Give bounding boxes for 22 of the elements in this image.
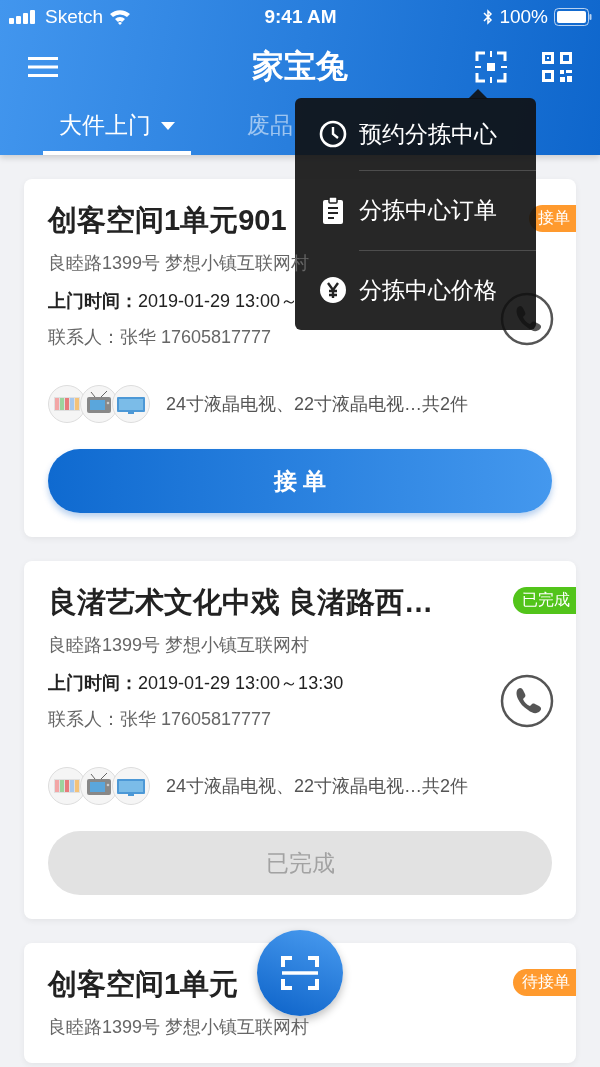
tab[interactable]: 大件上门 [43,100,191,155]
pickup-time: 上门时间：2019-01-29 13:00～ [48,290,299,313]
carrier-name: Sketch [45,6,104,28]
tab[interactable]: 废品 [231,100,309,155]
items-summary: 24寸液晶电视、22寸液晶电视…共2件 [166,393,469,416]
status-badge: 已完成 [513,587,576,614]
accept-button[interactable]: 接 单 [48,449,552,513]
menu-item[interactable]: 分拣中心价格 [319,250,536,330]
contact-info: 联系人：张华 17605817777 [48,708,273,731]
menu-item[interactable]: 预约分拣中心 [319,98,536,170]
app-title: 家宝兔 [252,47,348,86]
order-title: 良渚艺术文化中戏 良渚路西… [48,585,434,620]
order-address: 良睦路1399号 梦想小镇互联网村 [48,1016,311,1039]
items-summary: 24寸液晶电视、22寸液晶电视…共2件 [166,775,469,798]
order-title: 创客空间1单元901 [48,203,287,238]
contact-info: 联系人：张华 17605817777 [48,326,273,349]
order-address: 良睦路1399号 梦想小镇互联网村 [48,634,311,657]
status-badge: 待接单 [513,969,576,996]
status-time: 9:41 AM [264,6,337,28]
pickup-time: 上门时间：2019-01-29 13:00～13:30 [48,672,344,695]
battery-percent: 100% [499,6,548,28]
order-title: 创客空间1单元 [48,967,239,1002]
